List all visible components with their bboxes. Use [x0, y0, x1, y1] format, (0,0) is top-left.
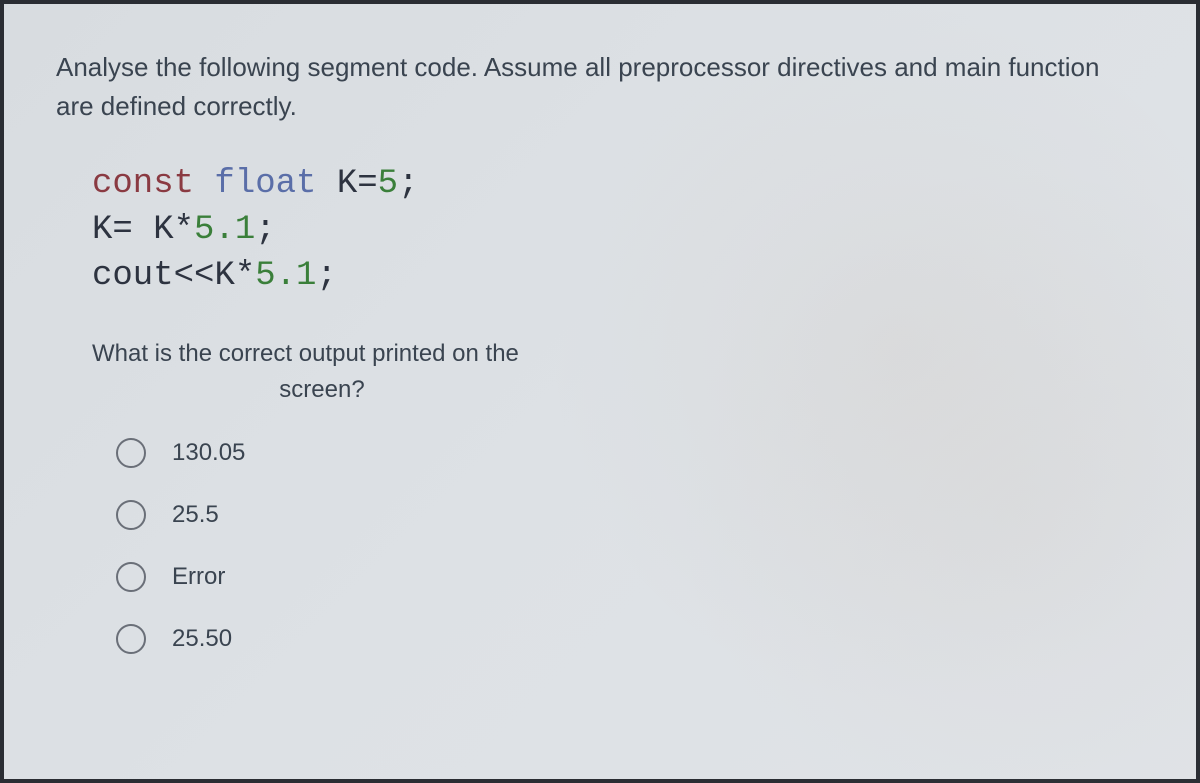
literal-5-1: 5.1 [255, 257, 316, 295]
var-k: K [153, 211, 173, 249]
radio-icon[interactable] [116, 624, 146, 654]
op-mul: * [235, 257, 255, 295]
sub-question-line-2: screen? [92, 372, 552, 408]
option-label[interactable]: 25.50 [172, 625, 232, 653]
code-block: const float K=5; K= K*5.1; cout<<K*5.1; [92, 162, 1144, 300]
op-eq: = [357, 165, 377, 203]
option-row[interactable]: 25.50 [116, 624, 1144, 654]
literal-5-1: 5.1 [194, 211, 255, 249]
code-line-1: const float K=5; [92, 162, 1144, 208]
radio-icon[interactable] [116, 562, 146, 592]
radio-icon[interactable] [116, 500, 146, 530]
literal-5: 5 [378, 165, 398, 203]
identifier-cout: cout [92, 257, 174, 295]
code-line-2: K= K*5.1; [92, 208, 1144, 254]
var-k: K [92, 211, 112, 249]
var-k: K [214, 257, 234, 295]
option-row[interactable]: 25.5 [116, 500, 1144, 530]
sub-question-line-1: What is the correct output printed on th… [92, 336, 612, 372]
var-k: K [316, 165, 357, 203]
semicolon: ; [316, 257, 336, 295]
option-label[interactable]: 25.5 [172, 501, 219, 529]
option-label[interactable]: Error [172, 563, 225, 591]
options-group: 130.05 25.5 Error 25.50 [116, 438, 1144, 654]
question-instruction: Analyse the following segment code. Assu… [56, 48, 1116, 126]
semicolon: ; [255, 211, 275, 249]
option-label[interactable]: 130.05 [172, 439, 245, 467]
keyword-type: float [194, 165, 316, 203]
sub-question: What is the correct output printed on th… [92, 336, 612, 408]
op-eq: = [112, 211, 153, 249]
option-row[interactable]: 130.05 [116, 438, 1144, 468]
keyword-const: const [92, 165, 194, 203]
option-row[interactable]: Error [116, 562, 1144, 592]
radio-icon[interactable] [116, 438, 146, 468]
code-line-3: cout<<K*5.1; [92, 254, 1144, 300]
question-card: Analyse the following segment code. Assu… [0, 0, 1200, 726]
op-mul: * [174, 211, 194, 249]
op-insert: << [174, 257, 215, 295]
semicolon: ; [398, 165, 418, 203]
